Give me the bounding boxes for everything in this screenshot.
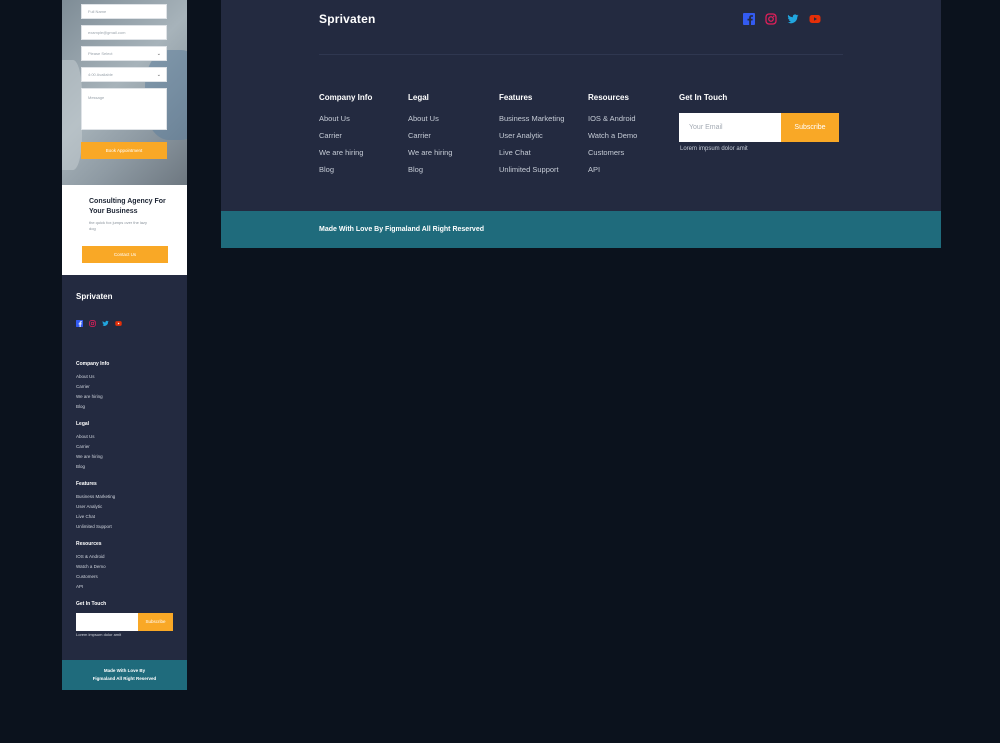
- book-appointment-button[interactable]: Book Appointment: [81, 142, 167, 159]
- chevron-down-icon: ⌄: [156, 72, 161, 78]
- footer-divider: [319, 54, 843, 55]
- time-select[interactable]: 4:00 Available ⌄: [81, 67, 167, 82]
- consulting-card: Consulting Agency For Your Business the …: [62, 185, 187, 275]
- column-heading: Resources: [588, 93, 629, 102]
- column-heading: Get In Touch: [679, 93, 728, 102]
- footer-column-legal: Legal About Us Carrier We are hiring Blo…: [408, 93, 452, 183]
- mobile-social-links: [76, 320, 122, 327]
- desktop-footer: Sprivaten Company Info About Us Carrier …: [221, 0, 941, 248]
- footer-link-we-are-hiring[interactable]: We are hiring: [408, 149, 452, 157]
- email-input[interactable]: Your Email: [679, 113, 781, 142]
- mobile-email-input[interactable]: [76, 613, 138, 631]
- mobile-subscribe-button[interactable]: Subscribe: [138, 613, 173, 631]
- footer-link-user-analytic[interactable]: User Analytic: [499, 132, 564, 140]
- mobile-link-api[interactable]: API: [76, 584, 83, 589]
- youtube-icon[interactable]: [115, 320, 122, 327]
- mobile-link-carrier[interactable]: Carrier: [76, 384, 90, 389]
- facebook-icon[interactable]: [743, 13, 755, 25]
- mobile-heading-get-in-touch: Get In Touch: [76, 601, 107, 607]
- footer-link-customers[interactable]: Customers: [588, 149, 637, 157]
- mobile-link-customers[interactable]: Customers: [76, 574, 98, 579]
- footer-link-blog[interactable]: Blog: [408, 166, 452, 174]
- footer-link-business-marketing[interactable]: Business Marketing: [499, 115, 564, 123]
- background-photo-shape: [62, 60, 82, 170]
- instagram-icon[interactable]: [89, 320, 96, 327]
- twitter-icon[interactable]: [787, 13, 799, 25]
- full-name-input[interactable]: Full Name: [81, 4, 167, 19]
- mobile-link-about-us[interactable]: About Us: [76, 434, 95, 439]
- mobile-link-blog[interactable]: Blog: [76, 464, 85, 469]
- mobile-copyright-line1: Made With Love By: [103, 668, 146, 673]
- mobile-heading-resources: Resources: [76, 541, 102, 547]
- mobile-link-live-chat[interactable]: Live Chat: [76, 514, 95, 519]
- subscribe-note: Lorem impsum dolor amit: [680, 146, 748, 152]
- footer-link-we-are-hiring[interactable]: We are hiring: [319, 149, 372, 157]
- brand-logo[interactable]: Sprivaten: [319, 12, 376, 26]
- mobile-heading-company-info: Company Info: [76, 361, 110, 367]
- footer-link-blog[interactable]: Blog: [319, 166, 372, 174]
- chevron-down-icon: ⌄: [156, 51, 161, 57]
- footer-link-carrier[interactable]: Carrier: [319, 132, 372, 140]
- mobile-link-we-are-hiring[interactable]: We are hiring: [76, 454, 103, 459]
- select-placeholder: Please Select: [88, 51, 113, 56]
- mobile-link-ios-android[interactable]: IOS & Android: [76, 554, 105, 559]
- message-textarea[interactable]: Message: [81, 88, 167, 130]
- time-placeholder: 4:00 Available: [88, 72, 113, 77]
- footer-link-ios-android[interactable]: IOS & Android: [588, 115, 637, 123]
- footer-column-get-in-touch: Get In Touch: [679, 93, 727, 115]
- mobile-link-unlimited-support[interactable]: Unlimited Support: [76, 524, 112, 529]
- mobile-subscribe-note: Lorem impsum dolor amit: [76, 632, 122, 637]
- mobile-copyright-bar: Made With Love By Figmaland All Right Re…: [62, 660, 187, 690]
- mobile-copyright-line2: Figmaland All Right Reserved: [92, 676, 157, 681]
- mobile-link-about-us[interactable]: About Us: [76, 374, 95, 379]
- mobile-link-blog[interactable]: Blog: [76, 404, 85, 409]
- footer-column-features: Features Business Marketing User Analyti…: [499, 93, 564, 183]
- department-select[interactable]: Please Select ⌄: [81, 46, 167, 61]
- social-links: [743, 13, 821, 25]
- mobile-heading-legal: Legal: [76, 421, 90, 427]
- copyright-text: Made With Love By Figmaland All Right Re…: [319, 226, 484, 233]
- appointment-form-panel: Full Name example@gmail.com Please Selec…: [62, 0, 187, 185]
- footer-column-company-info: Company Info About Us Carrier We are hir…: [319, 93, 372, 183]
- twitter-icon[interactable]: [102, 320, 109, 327]
- mobile-link-watch-demo[interactable]: Watch a Demo: [76, 564, 106, 569]
- mobile-heading-features: Features: [76, 481, 97, 487]
- mobile-footer: Sprivaten Company Info About Us Carrier …: [62, 275, 187, 660]
- footer-link-api[interactable]: API: [588, 166, 637, 174]
- mobile-brand-logo[interactable]: Sprivaten: [76, 292, 112, 301]
- facebook-icon[interactable]: [76, 320, 83, 327]
- footer-link-unlimited-support[interactable]: Unlimited Support: [499, 166, 564, 174]
- footer-link-about-us[interactable]: About Us: [319, 115, 372, 123]
- footer-link-watch-demo[interactable]: Watch a Demo: [588, 132, 637, 140]
- email-input[interactable]: example@gmail.com: [81, 25, 167, 40]
- consulting-text: the quick fox jumps over the lazy dog: [89, 220, 148, 231]
- mobile-link-user-analytic[interactable]: User Analytic: [76, 504, 102, 509]
- copyright-bar: Made With Love By Figmaland All Right Re…: [221, 211, 941, 248]
- mobile-link-business-marketing[interactable]: Business Marketing: [76, 494, 115, 499]
- youtube-icon[interactable]: [809, 13, 821, 25]
- column-heading: Legal: [408, 93, 429, 102]
- mobile-link-carrier[interactable]: Carrier: [76, 444, 90, 449]
- footer-column-resources: Resources IOS & Android Watch a Demo Cus…: [588, 93, 637, 183]
- mobile-preview: Full Name example@gmail.com Please Selec…: [62, 0, 187, 690]
- subscribe-button[interactable]: Subscribe: [781, 113, 839, 142]
- column-heading: Features: [499, 93, 533, 102]
- instagram-icon[interactable]: [765, 13, 777, 25]
- consulting-title: Consulting Agency For Your Business: [89, 198, 166, 215]
- footer-main: Sprivaten Company Info About Us Carrier …: [221, 0, 941, 211]
- footer-link-about-us[interactable]: About Us: [408, 115, 452, 123]
- footer-link-live-chat[interactable]: Live Chat: [499, 149, 564, 157]
- contact-us-button[interactable]: Contact Us: [82, 246, 168, 263]
- mobile-link-we-are-hiring[interactable]: We are hiring: [76, 394, 103, 399]
- footer-link-carrier[interactable]: Carrier: [408, 132, 452, 140]
- column-heading: Company Info: [319, 93, 373, 102]
